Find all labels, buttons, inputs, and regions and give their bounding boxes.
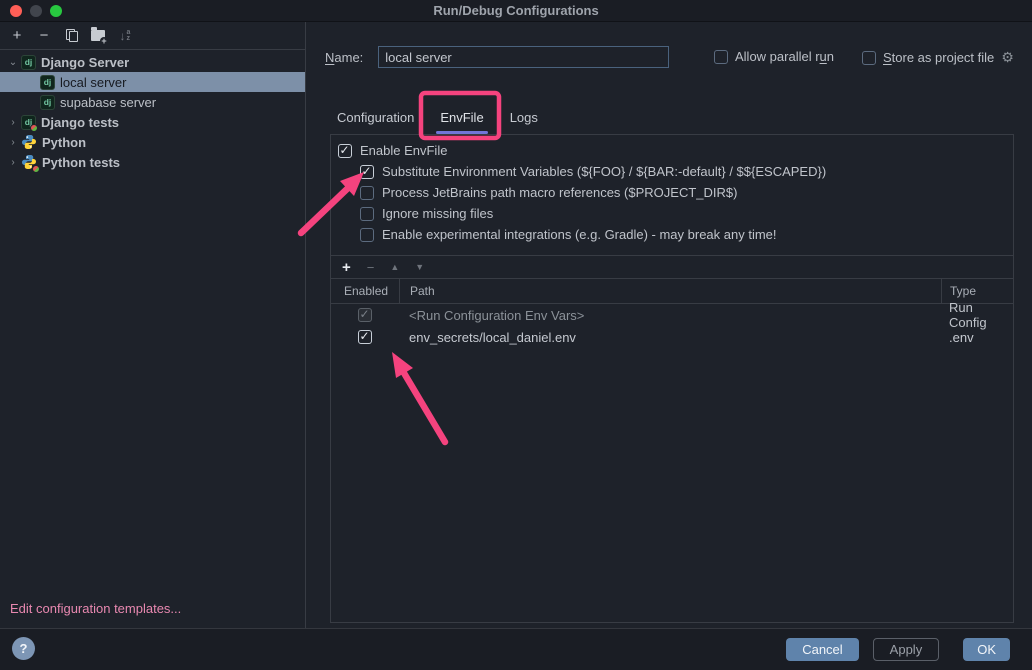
- table-row[interactable]: <Run Configuration Env Vars> Run Config: [331, 304, 1013, 326]
- tree-item-python-tests[interactable]: › Python tests: [0, 152, 305, 172]
- checkbox-icon: [358, 308, 372, 322]
- add-configuration-button[interactable]: +: [8, 27, 26, 45]
- apply-button[interactable]: Apply: [873, 638, 940, 661]
- enable-envfile-option[interactable]: Enable EnvFile: [331, 140, 1013, 161]
- chevron-right-icon[interactable]: ›: [5, 117, 21, 128]
- ok-button[interactable]: OK: [963, 638, 1010, 661]
- help-button[interactable]: ?: [12, 637, 35, 660]
- envfile-table-toolbar: + − ▲ ▼: [331, 256, 1013, 279]
- configurations-sidebar: + − ↓ az ⌄ dj Django Server dj local ser…: [0, 22, 306, 628]
- tree-item-local-server[interactable]: dj local server: [0, 72, 305, 92]
- django-icon: dj: [40, 75, 55, 90]
- column-enabled[interactable]: Enabled: [331, 284, 399, 298]
- django-tests-icon: dj: [21, 115, 36, 130]
- test-badge-icon: [32, 165, 40, 173]
- tree-item-python[interactable]: › Python: [0, 132, 305, 152]
- remove-env-file-button[interactable]: −: [367, 261, 375, 274]
- gear-icon[interactable]: ⚙: [1001, 49, 1014, 66]
- copy-configuration-icon[interactable]: [62, 27, 80, 45]
- table-header: Enabled Path Type: [331, 279, 1013, 304]
- new-folder-icon[interactable]: [89, 27, 107, 45]
- python-tests-icon: [21, 154, 37, 170]
- tab-envfile[interactable]: EnvFile: [427, 100, 496, 134]
- allow-parallel-run-label: Allow parallel run: [735, 49, 834, 64]
- checkbox-icon[interactable]: [358, 330, 372, 344]
- chevron-right-icon[interactable]: ›: [5, 157, 21, 168]
- move-down-button[interactable]: ▼: [415, 263, 424, 272]
- remove-configuration-button[interactable]: −: [35, 27, 53, 45]
- chevron-down-icon[interactable]: ⌄: [5, 57, 21, 68]
- substitute-env-vars-option[interactable]: Substitute Environment Variables (${FOO}…: [331, 161, 1013, 182]
- configuration-tabs: Configuration EnvFile Logs: [324, 100, 551, 134]
- python-icon: [21, 134, 37, 150]
- ignore-missing-files-option[interactable]: Ignore missing files: [331, 203, 1013, 224]
- sidebar-toolbar: + − ↓ az: [0, 22, 305, 50]
- move-up-button[interactable]: ▲: [390, 263, 399, 272]
- django-icon: dj: [40, 95, 55, 110]
- add-env-file-button[interactable]: +: [342, 260, 351, 275]
- store-as-project-file-checkbox[interactable]: Store as project file ⚙: [862, 49, 1014, 66]
- checkbox-icon[interactable]: [360, 165, 374, 179]
- cancel-button[interactable]: Cancel: [786, 638, 858, 661]
- store-as-project-file-label: Store as project file: [883, 50, 994, 65]
- window-title: Run/Debug Configurations: [0, 3, 1032, 18]
- allow-parallel-run-checkbox[interactable]: Allow parallel run: [714, 49, 834, 64]
- experimental-integrations-option[interactable]: Enable experimental integrations (e.g. G…: [331, 224, 1013, 245]
- configuration-detail-pane: Name: Allow parallel run Store as projec…: [307, 22, 1032, 628]
- test-badge-icon: [30, 124, 38, 132]
- sort-configurations-icon[interactable]: ↓ az: [116, 27, 134, 45]
- checkbox-icon[interactable]: [360, 228, 374, 242]
- configuration-tree: ⌄ dj Django Server dj local server dj su…: [0, 50, 305, 172]
- process-path-macro-option[interactable]: Process JetBrains path macro references …: [331, 182, 1013, 203]
- checkbox-icon[interactable]: [714, 50, 728, 64]
- name-input[interactable]: [378, 46, 669, 68]
- title-bar: Run/Debug Configurations: [0, 0, 1032, 22]
- tree-item-django-server[interactable]: ⌄ dj Django Server: [0, 52, 305, 72]
- django-icon: dj: [21, 55, 36, 70]
- column-path[interactable]: Path: [399, 279, 941, 303]
- edit-configuration-templates-link[interactable]: Edit configuration templates...: [10, 601, 181, 616]
- checkbox-icon[interactable]: [862, 51, 876, 65]
- tree-item-supabase-server[interactable]: dj supabase server: [0, 92, 305, 112]
- envfile-table: + − ▲ ▼ Enabled Path Type <Run Configura…: [331, 255, 1013, 622]
- tab-logs[interactable]: Logs: [497, 100, 551, 134]
- table-row[interactable]: env_secrets/local_daniel.env .env: [331, 326, 1013, 348]
- run-debug-configurations-dialog: Run/Debug Configurations + − ↓ az ⌄ dj D…: [0, 0, 1032, 670]
- checkbox-icon[interactable]: [338, 144, 352, 158]
- checkbox-icon[interactable]: [360, 207, 374, 221]
- dialog-footer: ? Cancel Apply OK: [0, 628, 1032, 670]
- tree-item-django-tests[interactable]: › dj Django tests: [0, 112, 305, 132]
- name-label: Name:: [325, 50, 363, 65]
- envfile-panel: Enable EnvFile Substitute Environment Va…: [330, 134, 1014, 623]
- checkbox-icon[interactable]: [360, 186, 374, 200]
- chevron-right-icon[interactable]: ›: [5, 137, 21, 148]
- tab-configuration[interactable]: Configuration: [324, 100, 427, 134]
